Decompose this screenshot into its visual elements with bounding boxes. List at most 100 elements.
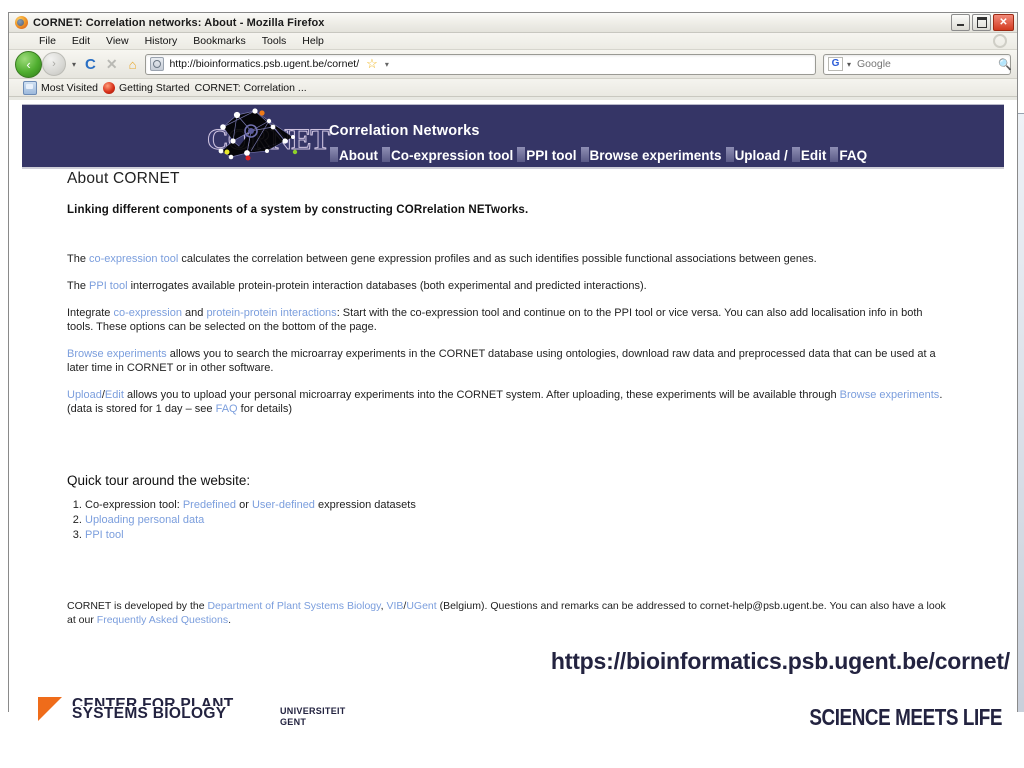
inline-text: Co-expression tool: — [85, 499, 183, 511]
inline-text: interrogates available protein-protein i… — [127, 280, 647, 292]
inline-text: allows you to search the microarray expe… — [67, 348, 936, 374]
paragraph: Integrate co-expression and protein-prot… — [67, 306, 947, 334]
home-icon[interactable]: ⌂ — [125, 57, 141, 72]
menu-file[interactable]: File — [31, 34, 64, 48]
list-item: Co-expression tool: Predefined or User-d… — [85, 498, 947, 513]
browser-window: CORNET: Correlation networks: About - Mo… — [8, 12, 1024, 727]
menu-history[interactable]: History — [137, 34, 186, 48]
paragraph: The PPI tool interrogates available prot… — [67, 279, 947, 293]
menu-help[interactable]: Help — [294, 34, 332, 48]
nav-item-ppi-tool[interactable]: PPI tool — [516, 147, 579, 164]
bookmark-most-visited[interactable]: Most Visited — [23, 80, 98, 95]
inline-link[interactable]: UGent — [406, 600, 436, 612]
inline-link[interactable]: Edit — [105, 389, 124, 401]
search-input[interactable] — [855, 57, 995, 71]
nav-item-co-expression-tool[interactable]: Co-expression tool — [381, 147, 516, 164]
firefox-icon — [15, 16, 28, 29]
navigation-toolbar: ‹ › ▾ C ✕ ⌂ http://bioinformatics.psb.ug… — [9, 50, 1017, 79]
list-item: PPI tool — [85, 528, 947, 543]
menu-bar: File Edit View History Bookmarks Tools H… — [9, 33, 1017, 50]
psb-logo-line2: SYSTEMS BIOLOGY — [72, 705, 227, 722]
inline-text: and — [181, 307, 207, 319]
site-nav: About Co-expression tool PPI tool Browse… — [329, 147, 870, 164]
history-dropdown-icon[interactable]: ▾ — [69, 60, 79, 69]
science-meets-life-tagline: SCIENCE MEETS LIFE — [809, 704, 1002, 730]
stop-icon[interactable]: ✕ — [102, 56, 122, 73]
page-viewport: CORNET — [8, 100, 1018, 712]
list-item: Uploading personal data — [85, 513, 947, 528]
inline-link[interactable]: User-defined — [252, 499, 315, 511]
menu-view[interactable]: View — [98, 34, 137, 48]
intro-paragraphs: The co-expression tool calculates the co… — [67, 252, 947, 416]
quick-tour-list: Co-expression tool: Predefined or User-d… — [67, 498, 947, 543]
inline-text: The — [67, 280, 90, 292]
inline-text: for details) — [237, 403, 293, 415]
page-content: About CORNET Linking different component… — [9, 170, 1017, 627]
inline-link[interactable]: Predefined — [183, 499, 236, 511]
address-dropdown-icon[interactable]: ▾ — [385, 60, 392, 69]
inline-text: . — [228, 614, 232, 626]
search-bar[interactable]: G ▾ 🔍 — [823, 53, 1012, 75]
throbber-icon — [993, 34, 1007, 48]
inline-link[interactable]: PPI tool — [89, 280, 128, 292]
inline-link[interactable]: protein-protein interactions — [206, 307, 336, 319]
maximize-button[interactable] — [972, 14, 991, 31]
menu-bookmarks[interactable]: Bookmarks — [185, 34, 254, 48]
inline-link[interactable]: Department of Plant Systems Biology — [207, 600, 380, 612]
inline-link[interactable]: PPI tool — [85, 529, 124, 541]
nav-item-about[interactable]: About — [329, 147, 381, 164]
search-engine-dropdown-icon[interactable]: ▾ — [847, 60, 851, 69]
bookmark-label: Most Visited — [41, 81, 98, 94]
site-header: CORNET — [22, 104, 1004, 169]
bookmark-label: CORNET: Correlation ... — [194, 81, 307, 94]
inline-text: CORNET is developed by the — [67, 600, 208, 612]
search-icon[interactable]: 🔍 — [998, 58, 1012, 71]
nav-item-browse-experiments[interactable]: Browse experiments — [580, 147, 725, 164]
ugent-line1: UNIVERSITEIT — [280, 706, 346, 716]
inline-text: Integrate — [67, 307, 114, 319]
nav-item-faq[interactable]: FAQ — [829, 147, 870, 164]
inline-text: expression datasets — [314, 499, 416, 511]
nav-item-upload[interactable]: Upload / — [725, 147, 791, 164]
inline-link[interactable]: FAQ — [216, 403, 238, 415]
inline-link[interactable]: co-expression — [113, 307, 181, 319]
reload-icon[interactable]: C — [82, 56, 99, 73]
window-title: CORNET: Correlation networks: About - Mo… — [33, 16, 325, 29]
inline-link[interactable]: Upload — [67, 389, 102, 401]
inline-link[interactable]: co-expression tool — [89, 253, 178, 265]
psb-logo: CENTER FOR PLANT SYSTEMS BIOLOGY — [38, 697, 234, 721]
address-bar[interactable]: http://bioinformatics.psb.ugent.be/corne… — [145, 53, 816, 75]
firefox-small-icon — [103, 81, 115, 94]
bookmark-cornet[interactable]: CORNET: Correlation ... — [17, 81, 1024, 727]
inline-text: The — [67, 253, 90, 265]
quick-tour-heading: Quick tour around the website: — [67, 473, 251, 488]
inline-link[interactable]: Browse experiments — [67, 348, 167, 360]
paragraph: Browse experiments allows you to search … — [67, 347, 947, 375]
presentation-url: https://bioinformatics.psb.ugent.be/corn… — [550, 648, 1010, 674]
inline-text: or — [236, 499, 252, 511]
window-controls: ✕ — [951, 14, 1014, 31]
triangle-icon — [38, 697, 62, 721]
cornet-logo[interactable]: CORNET — [206, 107, 332, 165]
minimize-button[interactable] — [951, 14, 970, 31]
menu-tools[interactable]: Tools — [254, 34, 295, 48]
inline-link[interactable]: Uploading personal data — [85, 514, 204, 526]
nav-item-edit[interactable]: Edit — [791, 147, 830, 164]
page-footer-note: CORNET is developed by the Department of… — [67, 599, 947, 627]
close-button[interactable]: ✕ — [993, 14, 1014, 31]
inline-link[interactable]: Browse experiments — [840, 389, 940, 401]
folder-icon — [23, 80, 37, 95]
bookmarks-toolbar: Most Visited Getting Started CORNET: Cor… — [9, 79, 1024, 727]
paragraph: The co-expression tool calculates the co… — [67, 252, 947, 266]
ugent-logo: UNIVERSITEIT GENT — [280, 706, 346, 728]
back-button[interactable]: ‹ — [15, 50, 42, 78]
menu-edit[interactable]: Edit — [64, 34, 98, 48]
bookmark-star-icon[interactable]: ☆ — [364, 56, 380, 72]
url-text: http://bioinformatics.psb.ugent.be/corne… — [169, 58, 360, 70]
ugent-line2: GENT — [280, 717, 307, 727]
inline-link[interactable]: Frequently Asked Questions — [97, 614, 228, 626]
forward-button[interactable]: › — [42, 52, 66, 76]
bookmark-getting-started[interactable]: Getting Started — [103, 81, 190, 94]
google-icon[interactable]: G — [828, 57, 843, 71]
inline-link[interactable]: VIB — [386, 600, 403, 612]
